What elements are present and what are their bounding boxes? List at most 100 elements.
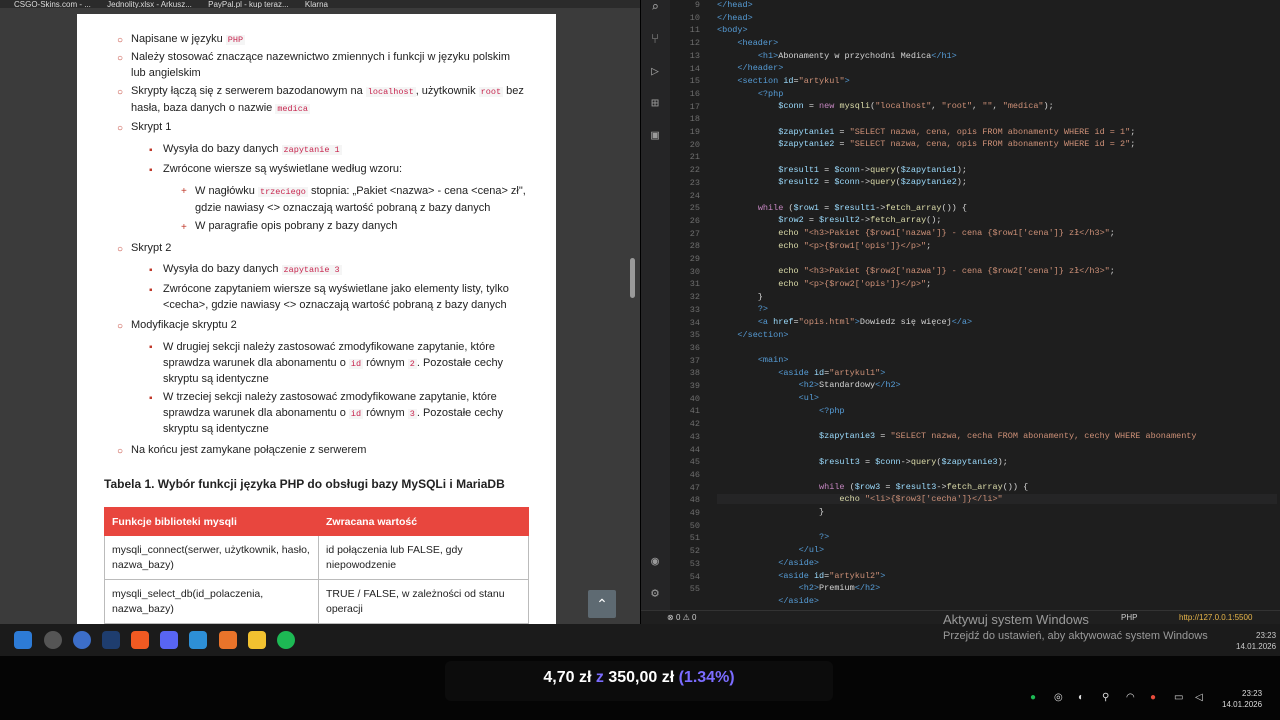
- line-number: 24: [689, 190, 700, 201]
- line-number: 19: [689, 127, 700, 137]
- code-line[interactable]: </head>: [717, 0, 753, 10]
- table-cell: mysqli_connect(serwer, użytkownik, hasło…: [104, 535, 319, 580]
- browser-tab[interactable]: Jednolity.xlsx - Arkusz...: [107, 0, 192, 8]
- vscode-icon[interactable]: [189, 631, 207, 649]
- errors-count[interactable]: ⊗ 0 ⚠ 0: [667, 613, 696, 622]
- line-number: 48: [689, 495, 700, 506]
- network-tray-icon[interactable]: ⚲: [1102, 692, 1109, 703]
- bullet-icon: ○: [117, 244, 124, 255]
- line-number: 16: [689, 88, 700, 99]
- code-line[interactable]: $result2 = $conn->query($zapytanie2);: [717, 177, 967, 187]
- code-line[interactable]: <aside id="artykul2">: [717, 571, 885, 581]
- table-title: Tabela 1. Wybór funkcji języka PHP do ob…: [104, 477, 505, 491]
- bullet-icon: ▪: [149, 165, 153, 176]
- bullet-icon: ▪: [149, 145, 153, 156]
- line-number: 51: [689, 533, 700, 544]
- donation-goal: 350,00 zł: [608, 669, 675, 686]
- volume-icon[interactable]: ◁: [1195, 692, 1203, 703]
- spotify-tray-icon[interactable]: ●: [1030, 692, 1036, 703]
- code-line[interactable]: $zapytanie2 = "SELECT nazwa, cena, opis …: [717, 139, 1135, 149]
- browser-tab[interactable]: CSGO-Skins.com - ...: [14, 0, 91, 8]
- code-line[interactable]: <section id="artykul">: [717, 76, 849, 86]
- code-line[interactable]: <main>: [717, 355, 789, 365]
- xampp-icon[interactable]: [219, 631, 237, 649]
- list-item: Modyfikacje skryptu 2: [131, 319, 237, 331]
- code-line[interactable]: echo "<h3>Pakiet {$row1['nazwa']} - cena…: [717, 228, 1115, 238]
- bullet-icon: ○: [117, 35, 124, 46]
- code-line[interactable]: <h2>Standardowy</h2>: [717, 380, 901, 390]
- code-line[interactable]: <body>: [717, 25, 748, 35]
- line-number: 34: [689, 317, 700, 328]
- line-number: 46: [689, 469, 700, 480]
- tray-clock[interactable]: 23:23 14.01.2026: [1222, 688, 1262, 710]
- list-item: Zwrócone zapytaniem wiersze są wyświetla…: [163, 283, 509, 311]
- source-control-icon[interactable]: ⑂: [647, 32, 663, 48]
- microphone-icon[interactable]: ●: [1150, 692, 1156, 703]
- code-line[interactable]: ?>: [717, 532, 829, 542]
- spotify-icon[interactable]: [277, 631, 295, 649]
- code-line[interactable]: }: [717, 507, 824, 517]
- remote-explorer-icon[interactable]: ▣: [647, 128, 663, 144]
- code-line[interactable]: $zapytanie3 = "SELECT nazwa, cecha FROM …: [717, 431, 1196, 441]
- code-line[interactable]: <ul>: [717, 393, 819, 403]
- scroll-to-top-button[interactable]: ⌃: [588, 590, 616, 618]
- code-line[interactable]: </aside>: [717, 558, 819, 568]
- code-line[interactable]: <h2>Premium</h2>: [717, 583, 881, 593]
- run-debug-icon[interactable]: ▷: [647, 64, 663, 80]
- code-line[interactable]: echo "<p>{$row1['opis']}</p>";: [717, 241, 931, 251]
- line-number: 13: [689, 50, 700, 61]
- folder-icon[interactable]: [248, 631, 266, 649]
- line-number: 23: [689, 177, 700, 188]
- code-line[interactable]: echo "<p>{$row2['opis']}</p>";: [717, 279, 931, 289]
- clock[interactable]: 23:23 14.01.2026: [1236, 630, 1276, 652]
- browser-tab[interactable]: Klarna: [305, 0, 328, 8]
- code-line[interactable]: <a href="opis.html">Dowiedz się więcej</…: [717, 317, 972, 327]
- browser-icon[interactable]: [73, 631, 91, 649]
- line-number: 30: [689, 266, 700, 277]
- list-item: Napisane w języku PHP: [131, 33, 246, 45]
- code-line[interactable]: </header>: [717, 63, 783, 73]
- code-line[interactable]: while ($row1 = $result1->fetch_array()) …: [717, 203, 967, 213]
- code-line[interactable]: </aside>: [717, 596, 819, 606]
- line-number: 38: [689, 368, 700, 379]
- code-line[interactable]: <?php: [717, 89, 784, 99]
- windows-start-icon[interactable]: [14, 631, 32, 649]
- code-line[interactable]: <aside id="artykul1">: [717, 368, 885, 378]
- code-line[interactable]: }: [717, 292, 763, 302]
- search-icon[interactable]: ⌕: [647, 0, 663, 16]
- code-line[interactable]: <header>: [717, 38, 778, 48]
- gear-icon[interactable]: ⚙: [647, 586, 663, 602]
- app-tray-icon[interactable]: ◐: [1078, 692, 1084, 703]
- discord-icon[interactable]: [160, 631, 178, 649]
- brave-icon[interactable]: [131, 631, 149, 649]
- steam-icon[interactable]: [102, 631, 120, 649]
- list-item: Skrypt 2: [131, 242, 172, 254]
- code-line[interactable]: </head>: [717, 13, 753, 23]
- monitor-icon[interactable]: ▭: [1174, 692, 1183, 703]
- code-line[interactable]: $conn = new mysqli("localhost", "root", …: [717, 101, 1054, 111]
- code-line[interactable]: <?php: [717, 406, 845, 416]
- code-line[interactable]: echo "<h3>Pakiet {$row2['nazwa']} - cena…: [717, 266, 1115, 276]
- extensions-icon[interactable]: ⊞: [647, 96, 663, 112]
- code-line[interactable]: </ul>: [717, 545, 825, 555]
- table-cell: id połączenia lub FALSE, gdy niepowodzen…: [318, 535, 529, 580]
- account-icon[interactable]: ◉: [647, 554, 663, 570]
- wifi-icon[interactable]: ◠: [1126, 692, 1135, 703]
- code-line[interactable]: $row2 = $result2->fetch_array();: [717, 215, 941, 225]
- code-line[interactable]: $zapytanie1 = "SELECT nazwa, cena, opis …: [717, 127, 1135, 137]
- line-number: 41: [689, 406, 700, 417]
- code-line[interactable]: $result3 = $conn->query($zapytanie3);: [717, 457, 1008, 467]
- table-row: mysqli_select_db(id_polaczenia, nazwa_ba…: [104, 579, 529, 624]
- code-line[interactable]: while ($row3 = $result3->fetch_array()) …: [717, 482, 1028, 492]
- obs-icon[interactable]: [44, 631, 62, 649]
- scrollbar-thumb[interactable]: [630, 258, 635, 298]
- code-line[interactable]: $result1 = $conn->query($zapytanie1);: [717, 165, 967, 175]
- code-line[interactable]: <h1>Abonamenty w przychodni Medica</h1>: [717, 51, 957, 61]
- browser-tab[interactable]: PayPal.pl - kup teraz...: [208, 0, 288, 8]
- steam-tray-icon[interactable]: ◎: [1054, 692, 1063, 703]
- code-line[interactable]: echo "<li>{$row3['cecha']}</li>": [717, 494, 1277, 504]
- donation-current: 4,70 zł: [543, 669, 592, 686]
- code-line[interactable]: ?>: [717, 304, 768, 314]
- code-area[interactable]: 9 10 11 12 13 14 15 16 17 18 19 20 21 22 23 24 25 26 27 28 2…: [670, 0, 1280, 610]
- code-line[interactable]: </section>: [717, 330, 788, 340]
